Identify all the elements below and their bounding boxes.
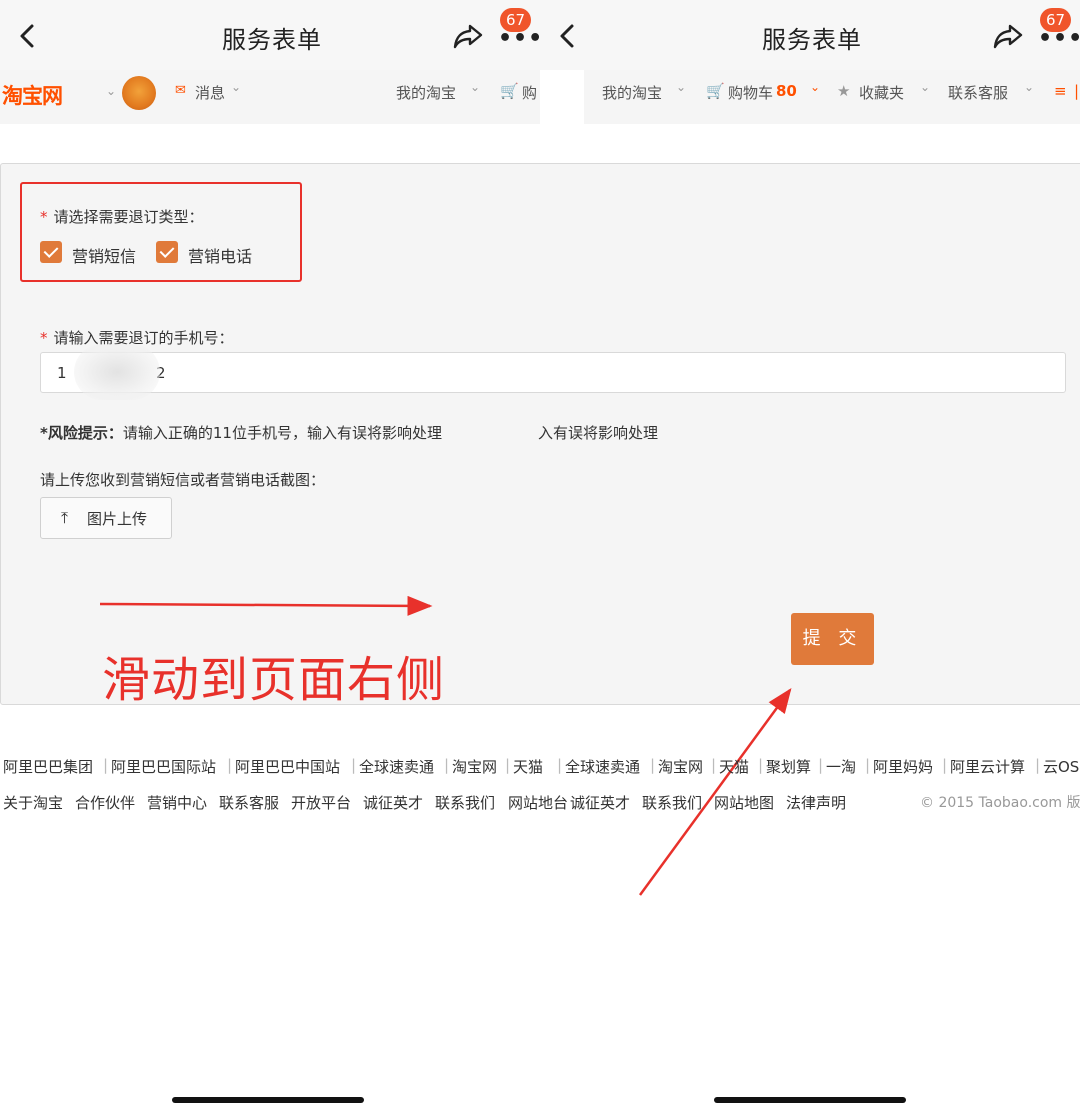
footer-separator: | — [227, 756, 233, 774]
footer-link[interactable]: 联系客服 — [219, 792, 279, 813]
footer-separator: | — [711, 756, 717, 774]
footer-link[interactable]: 联系我们 — [435, 792, 495, 813]
footer-link[interactable]: 全球速卖通 — [565, 756, 640, 777]
footer-link[interactable]: 诚征英才 — [570, 792, 630, 813]
footer-link[interactable]: 天猫 — [719, 756, 749, 777]
footer-separator: | — [942, 756, 948, 774]
footer-link[interactable]: 网站地台 — [508, 792, 568, 813]
annotation-arrows — [99, 595, 792, 896]
footer-link[interactable]: 淘宝网 — [658, 756, 703, 777]
footer-separator: | — [103, 756, 109, 774]
footer-link[interactable]: 关于淘宝 — [3, 792, 63, 813]
footer-links-row-2: 关于淘宝 合作伙伴 营销中心 联系客服 开放平台 诚征英才 联系我们 网站地台 诚征英才 联系我们… — [0, 792, 1080, 814]
footer-link[interactable]: 阿里巴巴集团 — [3, 756, 93, 777]
copyright: © 2015 Taobao.com 版 — [920, 795, 1080, 811]
footer-link[interactable]: 全球速卖通 — [359, 756, 434, 777]
home-indicator — [172, 1097, 364, 1103]
footer-link[interactable]: 淘宝网 — [452, 756, 497, 777]
footer-separator: | — [557, 756, 563, 774]
footer-link[interactable]: 法律声明 — [786, 792, 846, 813]
footer-separator: | — [444, 756, 450, 774]
footer-link[interactable]: 网站地图 — [714, 792, 774, 813]
footer-link[interactable]: 天猫 — [513, 756, 543, 777]
footer-link[interactable]: 阿里巴巴中国站 — [235, 756, 340, 777]
footer-link[interactable]: 聚划算 — [766, 756, 811, 777]
footer-separator: | — [818, 756, 824, 774]
footer-link[interactable]: 诚征英才 — [363, 792, 423, 813]
footer-links-row-1: 阿里巴巴集团 | 阿里巴巴国际站 | 阿里巴巴中国站 | 全球速卖通 | 淘宝网 | 天猫 | 全球速卖… — [0, 756, 1080, 778]
footer-link[interactable]: 阿里妈妈 — [873, 756, 933, 777]
footer-separator: | — [650, 756, 656, 774]
footer-separator: | — [505, 756, 511, 774]
footer-separator: | — [351, 756, 357, 774]
footer-link[interactable]: 一淘 — [826, 756, 856, 777]
footer-link[interactable]: 营销中心 — [147, 792, 207, 813]
footer-link[interactable]: 开放平台 — [291, 792, 351, 813]
annotation-text: 滑动到页面右侧 — [102, 652, 446, 708]
footer-link[interactable]: 联系我们 — [642, 792, 702, 813]
footer-separator: | — [758, 756, 764, 774]
footer-link[interactable]: 阿里巴巴国际站 — [111, 756, 216, 777]
home-indicator — [714, 1097, 906, 1103]
footer-link[interactable]: 阿里云计算 — [950, 756, 1025, 777]
footer-link[interactable]: 云OS — [1043, 756, 1079, 777]
right-arrow — [99, 595, 433, 616]
footer-separator: | — [1035, 756, 1041, 774]
footer-link[interactable]: 合作伙伴 — [75, 792, 135, 813]
footer-separator: | — [865, 756, 871, 774]
